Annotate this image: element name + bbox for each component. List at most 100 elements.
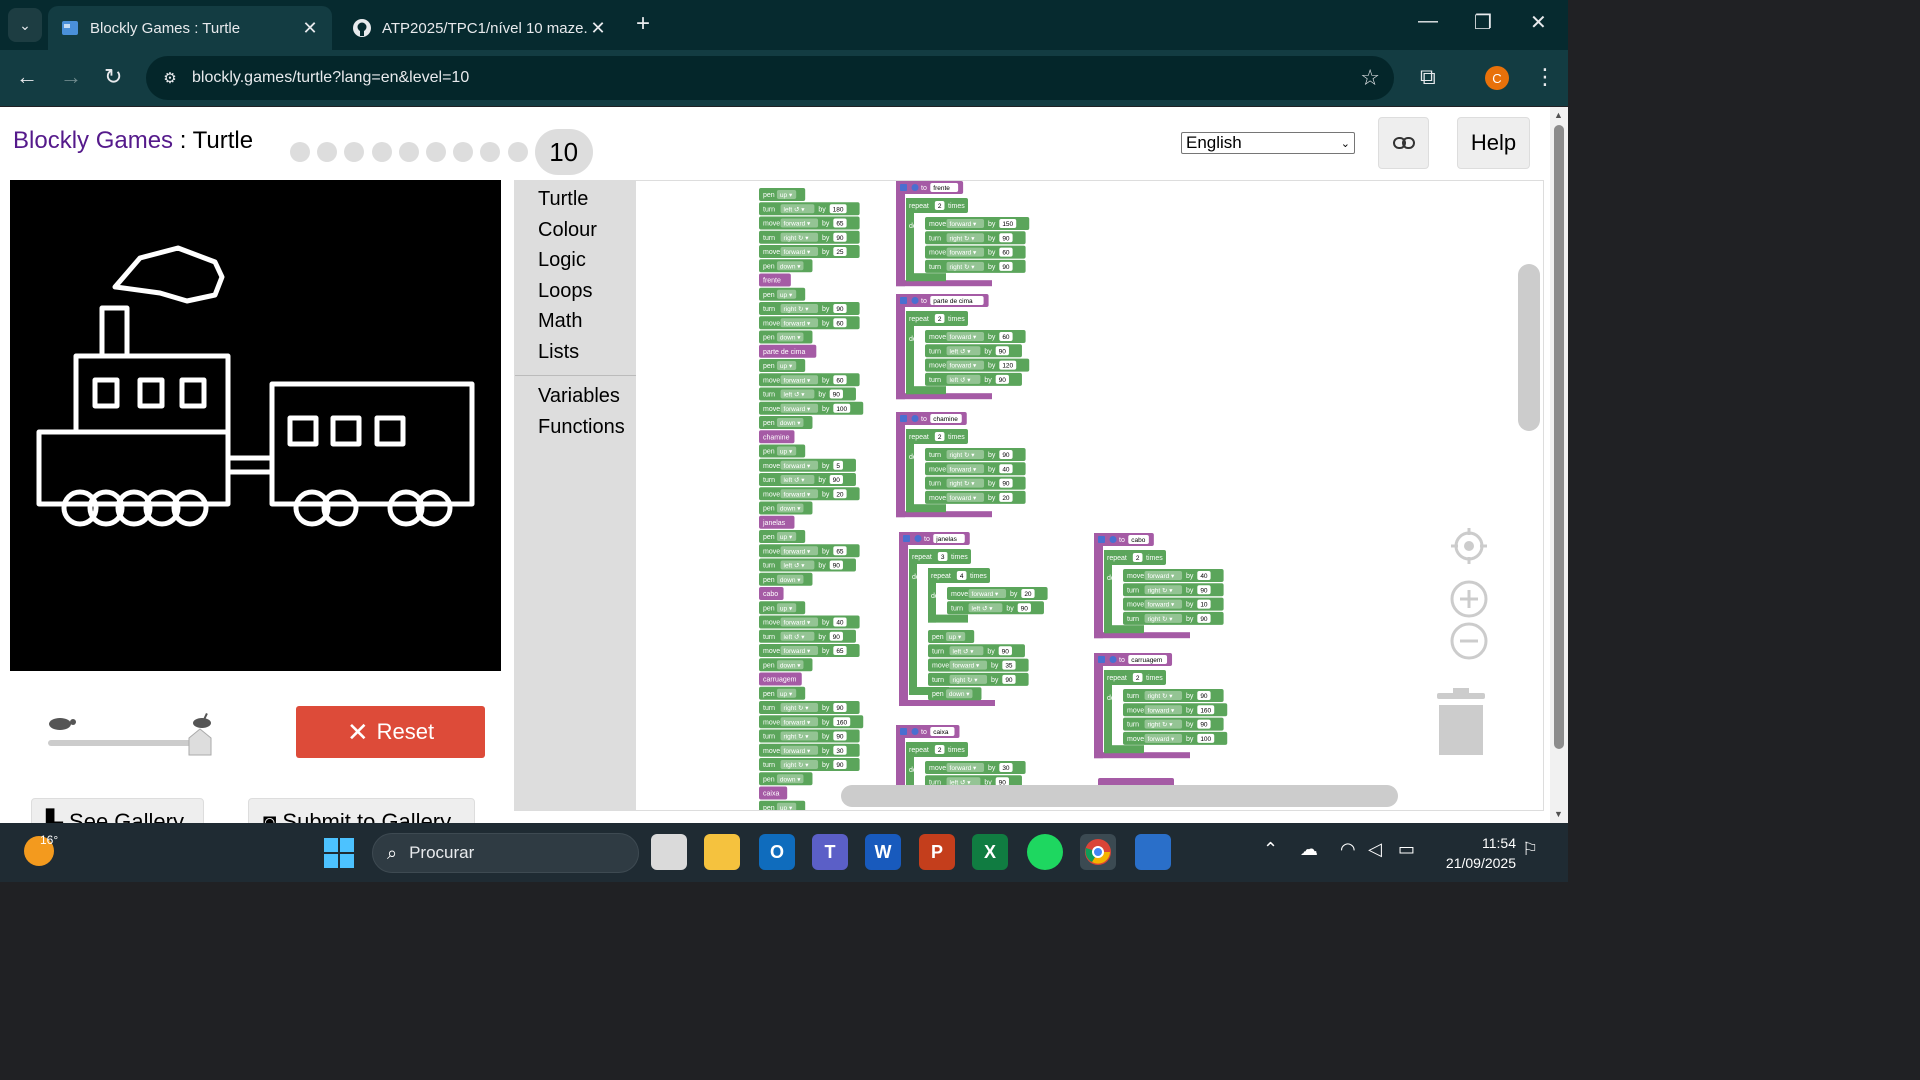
collapse-icon[interactable] [1098,536,1105,543]
help-icon[interactable] [911,415,919,422]
help-button[interactable]: Help [1457,117,1530,169]
block-turn[interactable]: turn left ↺ ▾ by 90 [947,601,1044,615]
level-dot[interactable] [453,142,474,162]
collapse-icon[interactable] [900,297,907,304]
address-bar[interactable]: ⚙ blockly.games/turtle?lang=en&level=10 … [146,56,1394,100]
whiteboard-icon[interactable] [1135,834,1171,870]
block-turn[interactable]: turn right ↻ ▾ by 90 [1123,717,1224,731]
function-janelas[interactable]: to janelas repeat 3 times do repeat 4 times do mov… [899,532,1048,706]
call-block[interactable]: parte de cima [759,344,817,358]
zoom-in-icon[interactable] [1449,579,1489,619]
excel-icon[interactable]: X [972,834,1008,870]
block-turn[interactable]: turn right ↻ ▾ by 90 [925,259,1026,273]
scroll-up-icon[interactable]: ▲ [1554,110,1563,120]
block-move[interactable]: move forward ▾ by 40 [1123,569,1224,582]
block-pen[interactable]: pen up ▾ [759,188,806,201]
submit-gallery-button[interactable]: ◙ Submit to Gallery [248,798,475,823]
help-icon[interactable] [911,297,919,304]
block-move[interactable]: move forward ▾ by 60 [759,316,860,330]
level-dot[interactable] [480,142,501,162]
menu-kebab-icon[interactable]: ⋮ [1534,64,1556,90]
block-pen[interactable]: pen up ▾ [928,630,975,643]
close-tab-icon[interactable]: ✕ [300,18,320,39]
block-pen[interactable]: pen down ▾ [759,330,813,344]
block-turn[interactable]: turn left ↺ ▾ by 90 [759,558,856,572]
taskbar-search[interactable]: ⌕ Procurar [372,833,639,873]
block-move[interactable]: move forward ▾ by 160 [759,715,864,729]
block-move[interactable]: move forward ▾ by 40 [925,462,1026,476]
bookmark-star-icon[interactable]: ☆ [1360,65,1380,91]
block-turn[interactable]: turn left ↺ ▾ by 90 [925,344,1022,358]
trash-icon[interactable] [1433,687,1489,759]
block-turn[interactable]: turn right ↻ ▾ by 90 [1123,611,1224,625]
block-move[interactable]: move forward ▾ by 20 [947,587,1048,600]
block-turn[interactable]: turn left ↺ ▾ by 90 [925,372,1022,386]
block-pen[interactable]: pen down ▾ [759,501,813,515]
speed-slider-handle[interactable] [188,728,212,756]
restore-icon[interactable]: ❐ [1474,10,1492,35]
function-chamine[interactable]: to chamine repeat 2 times do turn right ↻ ▾ by 90… [896,412,1026,518]
block-move[interactable]: move forward ▾ by 20 [925,490,1026,504]
block-turn[interactable]: turn right ↻ ▾ by 90 [925,231,1026,245]
help-icon[interactable] [914,535,922,542]
collapse-icon[interactable] [903,535,910,542]
brand-link[interactable]: Blockly Games [13,127,173,154]
block-turn[interactable]: turn left ↺ ▾ by 90 [759,629,856,643]
block-pen[interactable]: pen down ▾ [759,259,813,273]
block-pen[interactable]: pen down ▾ [928,687,982,701]
block-move[interactable]: move forward ▾ by 60 [759,373,860,387]
block-turn[interactable]: turn left ↺ ▾ by 180 [759,202,860,216]
block-pen[interactable]: pen up ▾ [759,800,806,811]
minimize-icon[interactable]: — [1418,10,1438,33]
block-pen[interactable]: pen down ▾ [759,658,813,672]
blockly-workspace[interactable]: Turtle Colour Logic Loops Math Lists Var… [514,180,1544,811]
workspace-horizontal-scrollbar[interactable] [841,785,1398,807]
profile-avatar[interactable]: C [1485,66,1509,90]
file-explorer-icon[interactable] [704,834,740,870]
block-move[interactable]: move forward ▾ by 60 [925,330,1026,343]
battery-icon[interactable]: ▭ [1398,839,1415,860]
level-dot[interactable] [290,142,310,162]
collapse-icon[interactable] [1098,656,1105,663]
function-parte-de-cima[interactable]: to parte de cima repeat 2 times do move forward… [896,294,1030,400]
block-move[interactable]: move forward ▾ by 65 [759,544,860,558]
close-window-icon[interactable]: ✕ [1530,10,1547,35]
block-pen[interactable]: pen up ▾ [759,359,806,372]
help-icon[interactable] [1109,656,1117,663]
block-pen[interactable]: pen up ▾ [759,444,806,458]
zoom-out-icon[interactable] [1449,621,1489,661]
level-dot[interactable] [317,142,338,162]
collapse-icon[interactable] [900,728,907,735]
help-icon[interactable] [911,184,919,191]
level-dot[interactable] [507,142,528,162]
block-turn[interactable]: turn right ↻ ▾ by 90 [759,758,860,771]
windows-start-icon[interactable] [324,838,354,868]
page-scrollbar[interactable]: ▲ ▼ [1550,107,1568,823]
tab-blockly-turtle[interactable]: Blockly Games : Turtle ✕ [48,6,332,50]
site-info-icon[interactable]: ⚙ [158,66,182,90]
block-pen[interactable]: pen down ▾ [759,416,813,429]
back-icon[interactable]: ← [16,64,38,90]
call-block[interactable]: frente [759,273,791,287]
block-move[interactable]: move forward ▾ by 10 [1123,597,1224,611]
block-move[interactable]: move forward ▾ by 60 [925,245,1026,259]
block-turn[interactable]: turn left ↺ ▾ by 90 [928,644,1025,658]
block-turn[interactable]: turn right ↻ ▾ by 90 [928,672,1029,686]
block-move[interactable]: move forward ▾ by 25 [759,245,860,258]
language-select[interactable]: English ⌄ [1181,132,1355,154]
page-scroll-thumb[interactable] [1554,125,1564,749]
block-move[interactable]: move forward ▾ by 100 [759,401,864,415]
speed-slider[interactable] [46,707,216,757]
workspace-vertical-scrollbar[interactable] [1518,264,1540,431]
block-move[interactable]: move forward ▾ by 150 [925,217,1030,230]
block-canvas[interactable]: pen up ▾ turn left ↺ ▾ by 180 move forward ▾ by 6… [515,181,1544,811]
see-gallery-button[interactable]: ▙ See Gallery [31,798,204,823]
call-block[interactable]: cabo [759,587,784,600]
chrome-icon[interactable] [1080,834,1116,870]
block-turn[interactable]: turn right ↻ ▾ by 90 [759,729,860,743]
tab-search-button[interactable]: ⌄ [8,8,42,42]
help-icon[interactable] [911,728,919,735]
recenter-icon[interactable] [1449,526,1489,566]
volume-icon[interactable]: ◁ [1368,839,1382,860]
block-turn[interactable]: turn right ↻ ▾ by 90 [925,448,1026,461]
